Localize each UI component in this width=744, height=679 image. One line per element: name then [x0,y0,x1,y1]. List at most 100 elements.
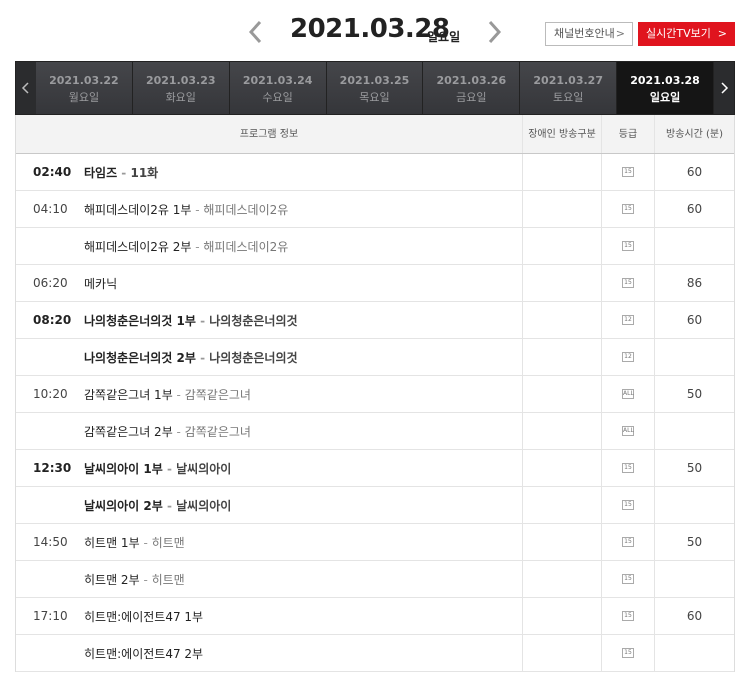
tabs-prev-button[interactable] [16,62,36,114]
live-tv-label: 실시간TV보기 [646,27,711,40]
live-tv-button[interactable]: 실시간TV보기 > [638,22,735,46]
grade-cell: 15 [601,191,654,227]
program-cell: 17:10 히트맨:에이전트47 1부 [16,598,522,634]
tab-weekday: 토요일 [553,91,584,104]
runtime-value: 60 [686,609,703,623]
current-day: 일요일 [427,30,461,44]
runtime-cell [654,487,734,523]
table-row: 날씨의아이 2부 - 날씨의아이 15 [16,487,734,524]
channel-guide-button[interactable]: 채널번호안내 > [545,22,633,46]
program-subtitle: 11화 [130,165,159,180]
program-cell: 10:20 감쪽같은그녀 1부 - 감쪽같은그녀 [16,376,522,412]
tab-day[interactable]: 2021.03.27 토요일 [520,62,618,114]
program-cell: 히트맨 2부 - 히트맨 [16,561,522,597]
runtime-cell: 50 [654,450,734,486]
table-row: 히트맨:에이전트47 2부 15 [16,635,734,672]
program-link[interactable]: 날씨의아이 1부 - 날씨의아이 [84,460,231,477]
runtime-value: 60 [686,165,703,179]
table-row: 17:10 히트맨:에이전트47 1부 15 60 [16,598,734,635]
table-row: 06:20 메카닉 15 86 [16,265,734,302]
runtime-value: 50 [686,535,703,549]
start-time: 12:30 [33,461,72,475]
disability-cell [522,339,601,375]
grade-cell: 15 [601,487,654,523]
disability-cell [522,228,601,264]
title-separator: - [191,239,204,254]
runtime-value: 60 [686,313,703,327]
tabs-next-button[interactable] [713,62,734,114]
title-separator: - [139,572,152,587]
grade-cell: 15 [601,450,654,486]
program-cell: 08:20 나의청춘은너의것 1부 - 나의청춘은너의것 [16,302,522,338]
program-link[interactable]: 해피데스데이2유 1부 - 해피데스데이2유 [84,201,288,218]
tab-date: 2021.03.25 [339,74,410,87]
table-row: 04:10 해피데스데이2유 1부 - 해피데스데이2유 15 60 [16,191,734,228]
title-separator: - [139,535,152,550]
program-link[interactable]: 해피데스데이2유 2부 - 해피데스데이2유 [84,238,288,255]
tab-date: 2021.03.26 [436,74,507,87]
start-time: 02:40 [33,165,72,179]
program-link[interactable]: 나의청춘은너의것 1부 - 나의청춘은너의것 [84,312,298,329]
start-time: 14:50 [33,535,68,549]
tab-date: 2021.03.27 [533,74,603,87]
start-time: 10:20 [33,387,68,401]
tab-day[interactable]: 2021.03.26 금요일 [423,62,521,114]
program-link[interactable]: 감쪽같은그녀 2부 - 감쪽같은그녀 [84,423,251,440]
program-link[interactable]: 히트맨:에이전트47 2부 [84,645,203,662]
program-link[interactable]: 히트맨 2부 - 히트맨 [84,571,185,588]
program-title: 감쪽같은그녀 1부 [84,387,173,402]
table-row: 나의청춘은너의것 2부 - 나의청춘은너의것 12 [16,339,734,376]
disability-cell [522,635,601,671]
table-row: 12:30 날씨의아이 1부 - 날씨의아이 15 50 [16,450,734,487]
start-time: 04:10 [33,202,68,216]
chevron-left-icon[interactable] [246,18,266,46]
program-link[interactable]: 날씨의아이 2부 - 날씨의아이 [84,497,231,514]
runtime-value: 60 [686,202,703,216]
table-row: 02:40 타임즈 - 11화 15 60 [16,154,734,191]
grade-cell: ALL [601,376,654,412]
program-title: 감쪽같은그녀 2부 [84,424,173,439]
title-separator: - [162,461,177,476]
grade-cell: 12 [601,339,654,375]
title-separator: - [191,202,204,217]
tab-weekday: 금요일 [456,91,487,104]
header-program: 프로그램 정보 [239,129,299,140]
chevron-right-icon[interactable] [484,18,504,46]
header-disability: 장애인 방송구분 [522,115,601,153]
grade-cell: 15 [601,228,654,264]
program-link[interactable]: 타임즈 - 11화 [84,164,158,181]
chevron-right-icon [721,82,729,94]
disability-cell [522,154,601,190]
tab-day[interactable]: 2021.03.24 수요일 [229,62,327,114]
program-link[interactable]: 메카닉 [84,275,117,292]
rating-badge-icon: 15 [622,167,634,177]
runtime-cell [654,635,734,671]
program-subtitle: 감쪽같은그녀 [184,424,251,439]
rating-badge-icon: 15 [622,278,634,288]
grade-cell: 15 [601,265,654,301]
program-title: 날씨의아이 2부 [84,498,163,513]
tab-weekday: 화요일 [165,91,196,104]
program-link[interactable]: 히트맨:에이전트47 1부 [84,608,203,625]
program-title: 나의청춘은너의것 2부 [84,350,196,365]
program-cell: 04:10 해피데스데이2유 1부 - 해피데스데이2유 [16,191,522,227]
program-link[interactable]: 히트맨 1부 - 히트맨 [84,534,185,551]
table-header: 프로그램 정보 장애인 방송구분 등급 방송시간 (분) [16,115,734,154]
tab-day[interactable]: 2021.03.23 화요일 [132,62,230,114]
program-title: 날씨의아이 1부 [84,461,163,476]
rating-badge-icon: 12 [622,352,634,362]
runtime-cell [654,561,734,597]
tab-day-active[interactable]: 2021.03.28 일요일 [617,62,714,114]
runtime-cell: 60 [654,191,734,227]
rating-badge-icon: ALL [622,426,634,436]
program-link[interactable]: 감쪽같은그녀 1부 - 감쪽같은그녀 [84,386,251,403]
runtime-value: 50 [686,387,703,401]
table-row: 히트맨 2부 - 히트맨 15 [16,561,734,598]
tab-day[interactable]: 2021.03.22 월요일 [35,62,133,114]
program-title: 메카닉 [84,276,118,291]
runtime-cell: 60 [654,598,734,634]
runtime-cell: 50 [654,524,734,560]
program-title: 히트맨:에이전트47 1부 [84,609,204,624]
program-link[interactable]: 나의청춘은너의것 2부 - 나의청춘은너의것 [84,349,298,366]
tab-day[interactable]: 2021.03.25 목요일 [326,62,424,114]
